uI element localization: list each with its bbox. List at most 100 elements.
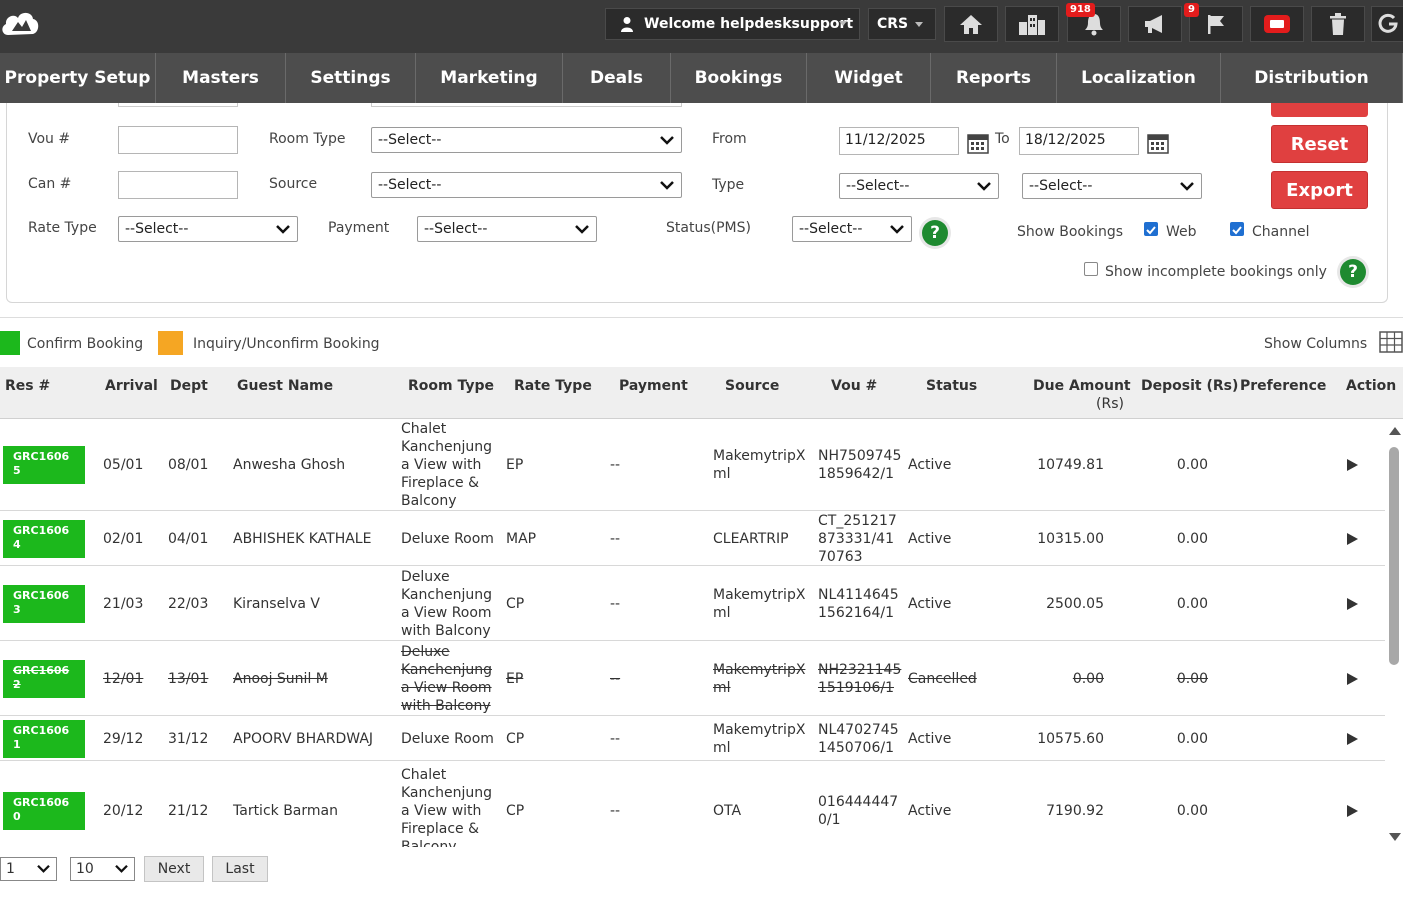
incomplete-checkbox[interactable]: [1084, 262, 1098, 276]
table-row[interactable]: GRC1606 2 12/01 13/01 Anooj Sunil M Deluxe Kan…: [0, 641, 1385, 716]
table-row[interactable]: GRC1606 0 20/12 21/12 Tartick Barman Chalet Ka…: [0, 761, 1385, 847]
vou-input[interactable]: [118, 126, 238, 154]
type-select-1[interactable]: --Select--: [839, 173, 999, 199]
col-vou[interactable]: Vou #: [831, 378, 877, 394]
res-id-line: 0: [13, 810, 21, 823]
calendar-icon[interactable]: [1147, 132, 1169, 154]
notifications-button[interactable]: 918: [1066, 3, 1121, 42]
col-payment[interactable]: Payment: [619, 378, 688, 394]
next-button[interactable]: Next: [144, 856, 204, 882]
nav-item-deals[interactable]: Deals: [563, 53, 671, 103]
table-row[interactable]: GRC1606 4 02/01 04/01 ABHISHEK KATHALE Deluxe…: [0, 511, 1385, 566]
crs-dropdown[interactable]: CRS: [868, 8, 936, 40]
video-button[interactable]: [1250, 6, 1304, 42]
channel-checkbox[interactable]: [1230, 222, 1244, 236]
col-guest-name[interactable]: Guest Name: [237, 378, 333, 394]
type-select-2[interactable]: --Select--: [1022, 173, 1202, 199]
room-type-cell: Deluxe Room: [401, 730, 494, 748]
play-icon[interactable]: [1347, 597, 1358, 610]
flags-badge: 9: [1184, 3, 1199, 17]
nav-item-localization[interactable]: Localization: [1057, 53, 1221, 103]
table-row[interactable]: GRC1606 5 05/01 08/01 Anwesha Ghosh Chalet Kan…: [0, 419, 1385, 511]
user-icon: [621, 17, 633, 32]
room-type-cell-line: Kanchenjung: [401, 785, 492, 801]
announcements-button[interactable]: [1128, 6, 1182, 42]
rate-type-label: Rate Type: [28, 220, 97, 236]
nav-item-distribution[interactable]: Distribution: [1221, 53, 1403, 103]
payment-cell: --: [610, 803, 621, 819]
play-icon[interactable]: [1347, 805, 1358, 817]
home-button[interactable]: [944, 6, 998, 42]
play-icon[interactable]: [1347, 732, 1358, 745]
youtube-icon: [1264, 15, 1290, 33]
arrival-cell: 21/03: [103, 595, 144, 612]
reset-button[interactable]: Reset: [1271, 125, 1368, 163]
nav-item-marketing[interactable]: Marketing: [416, 53, 563, 103]
reservation-id-button[interactable]: GRC1606 1: [3, 719, 85, 758]
nav-item-settings[interactable]: Settings: [286, 53, 416, 103]
hotels-button[interactable]: [1005, 6, 1059, 42]
to-date-input[interactable]: 18/12/2025: [1019, 127, 1139, 155]
reservation-id-button[interactable]: GRC1606 4: [3, 519, 85, 558]
buildings-icon: [1019, 15, 1045, 35]
page-size-select[interactable]: 10: [70, 857, 135, 881]
nav-item-widget[interactable]: Widget: [807, 53, 931, 103]
col-preference[interactable]: Preference: [1240, 378, 1326, 394]
can-input[interactable]: [118, 171, 238, 199]
nav-item-masters[interactable]: Masters: [156, 53, 286, 103]
export-button[interactable]: Export: [1271, 171, 1368, 209]
welcome-dropdown[interactable]: Welcome helpdesksupport: [605, 8, 860, 40]
logout-button[interactable]: [1371, 6, 1403, 42]
table-scrollbar[interactable]: [1385, 419, 1403, 847]
payment-cell: --: [610, 730, 621, 747]
source-cell-line: OTA: [713, 803, 742, 819]
status-pms-value: --Select--: [799, 221, 863, 237]
play-icon[interactable]: [1347, 459, 1358, 471]
scroll-up-icon[interactable]: [1389, 427, 1401, 435]
nav-item-property-setup[interactable]: Property Setup: [0, 53, 156, 103]
status-help-icon[interactable]: ?: [922, 220, 948, 246]
hidden-button-edge: [1271, 103, 1368, 117]
status-pms-select[interactable]: --Select--: [792, 216, 912, 242]
logo-icon[interactable]: [0, 5, 40, 41]
reservation-id-button[interactable]: GRC1606 0: [3, 792, 85, 830]
incomplete-help-icon[interactable]: ?: [1340, 259, 1366, 285]
calendar-icon[interactable]: [967, 132, 989, 154]
trash-button[interactable]: [1311, 6, 1365, 42]
reservation-id-button[interactable]: GRC1606 5: [3, 446, 85, 484]
col-action[interactable]: Action: [1346, 378, 1396, 394]
from-date-input[interactable]: 11/12/2025: [839, 127, 959, 155]
col-res[interactable]: Res #: [5, 378, 50, 394]
rate-type-select[interactable]: --Select--: [118, 216, 298, 242]
show-columns-label[interactable]: Show Columns: [1264, 336, 1367, 352]
col-deposit[interactable]: Deposit (Rs): [1141, 378, 1238, 394]
web-checkbox[interactable]: [1144, 222, 1158, 236]
play-icon[interactable]: [1347, 532, 1358, 545]
scroll-thumb[interactable]: [1389, 447, 1399, 665]
col-due-amount[interactable]: Due Amount: [1033, 378, 1131, 394]
reservation-id-button[interactable]: GRC1606 2: [3, 659, 85, 698]
play-icon[interactable]: [1347, 672, 1358, 685]
due-amount-cell: 10749.81: [1037, 457, 1104, 473]
col-status[interactable]: Status: [926, 378, 977, 394]
source-select[interactable]: --Select--: [371, 172, 682, 198]
col-rate-type[interactable]: Rate Type: [514, 378, 592, 394]
nav-item-bookings[interactable]: Bookings: [671, 53, 807, 103]
page-select[interactable]: 1: [0, 857, 57, 881]
table-row[interactable]: GRC1606 3 21/03 22/03 Kiranselva V Deluxe Kanc…: [0, 566, 1385, 641]
flags-button[interactable]: 9: [1184, 3, 1243, 42]
room-type-select[interactable]: --Select--: [371, 127, 682, 153]
columns-grid-icon[interactable]: [1379, 331, 1403, 353]
col-room-type[interactable]: Room Type: [408, 378, 494, 394]
col-source[interactable]: Source: [725, 378, 779, 394]
col-dept[interactable]: Dept: [170, 378, 208, 394]
last-button[interactable]: Last: [212, 856, 268, 882]
due-amount-cell: 2500.05: [1046, 595, 1104, 612]
nav-item-reports[interactable]: Reports: [931, 53, 1057, 103]
payment-select[interactable]: --Select--: [417, 216, 597, 242]
dept-cell: 31/12: [168, 730, 209, 747]
table-row[interactable]: GRC1606 1 29/12 31/12 APOORV BHARDWAJ Deluxe …: [0, 716, 1385, 761]
reservation-id-button[interactable]: GRC1606 3: [3, 584, 85, 623]
scroll-down-icon[interactable]: [1389, 833, 1401, 841]
col-arrival[interactable]: Arrival: [105, 378, 158, 394]
